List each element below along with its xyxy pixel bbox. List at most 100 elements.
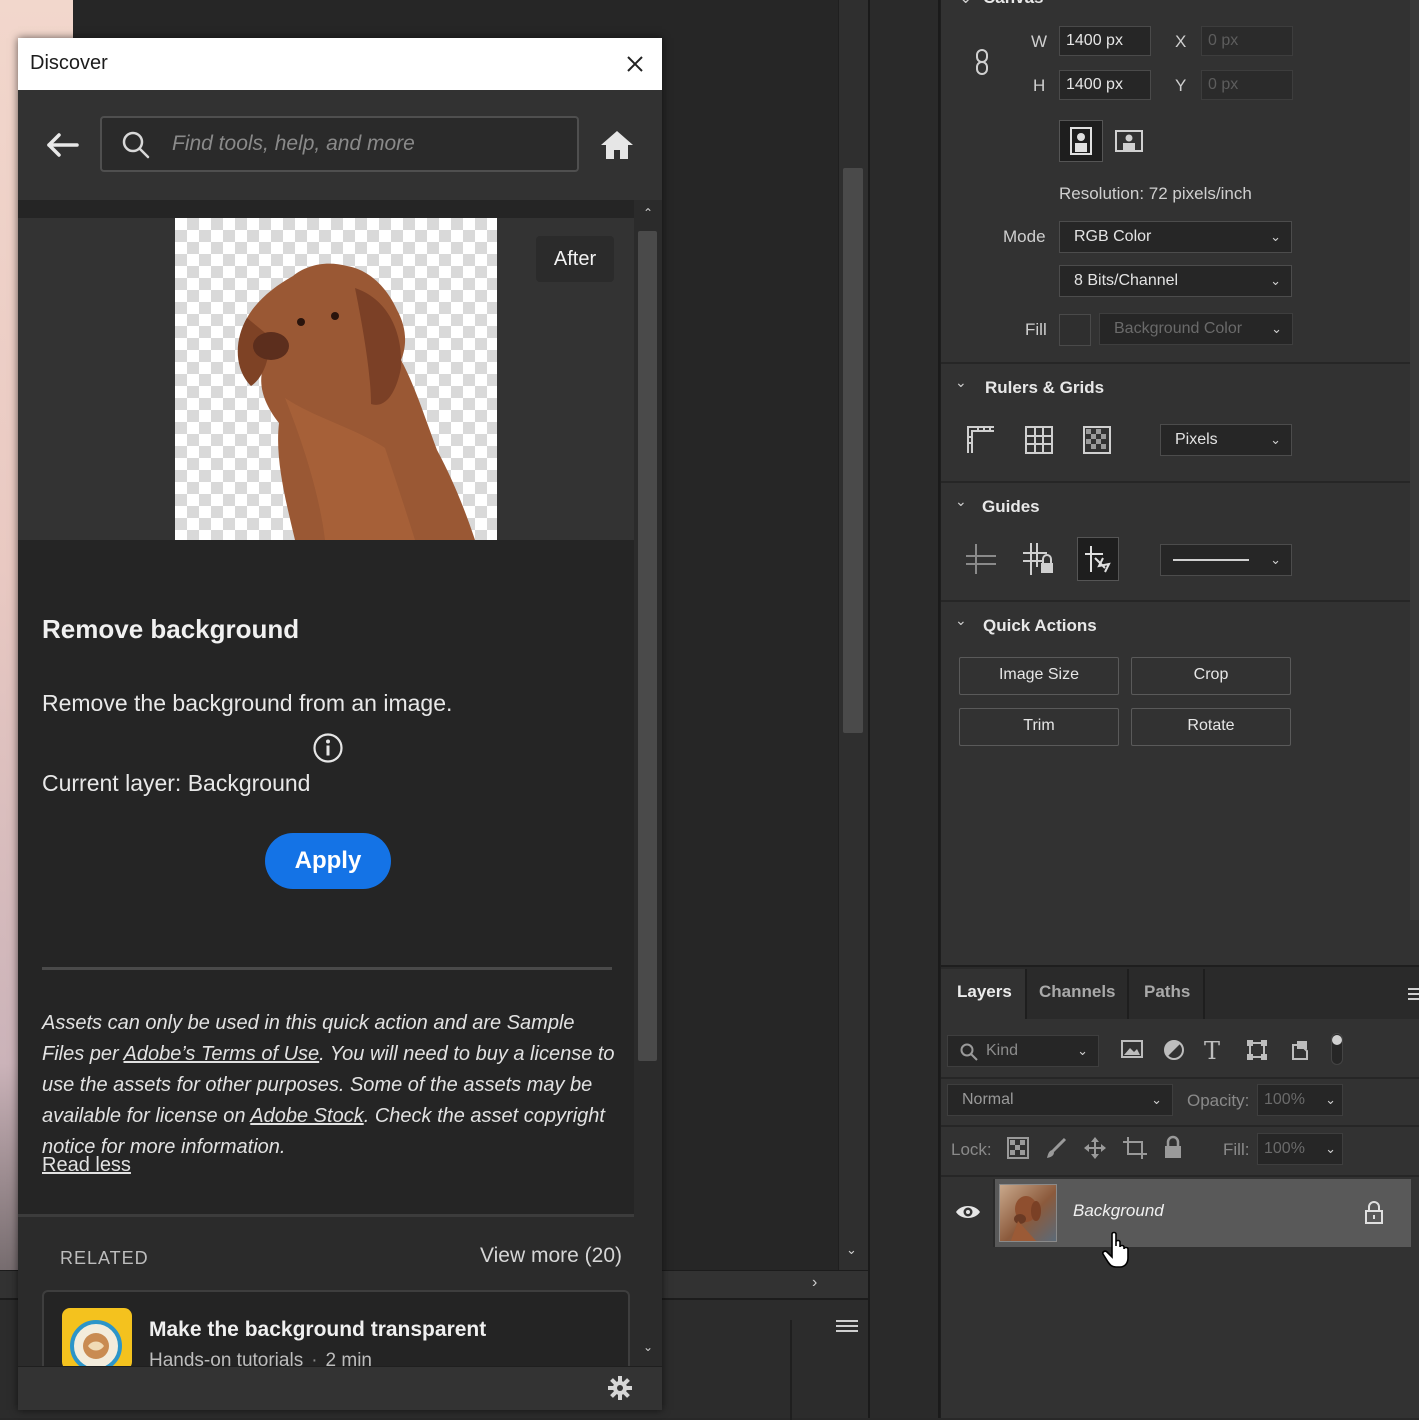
bit-depth-dropdown[interactable]: 8 Bits/Channel ⌄ [1059, 265, 1292, 297]
read-less-link[interactable]: Read less [42, 1154, 131, 1177]
trim-button[interactable]: Trim [959, 708, 1119, 746]
mode-dropdown[interactable]: RGB Color ⌄ [1059, 221, 1292, 253]
line-style-sample [1173, 559, 1249, 561]
discover-search-input[interactable]: Find tools, help, and more [100, 116, 579, 172]
fill-opacity-value: 100% [1264, 1140, 1305, 1157]
layer-name[interactable]: Background [1073, 1201, 1164, 1221]
guides-section-chevron-icon[interactable]: ⌄ [955, 493, 967, 510]
layer-visibility-eye-icon[interactable] [955, 1203, 981, 1226]
related-card[interactable]: Make the background transparent Hands-on… [42, 1290, 630, 1366]
meta-separator: · [311, 1350, 318, 1366]
crop-button[interactable]: Crop [1131, 657, 1291, 695]
layer-filter-kind-dropdown[interactable]: Kind ⌄ [947, 1035, 1099, 1067]
smart-guides-button[interactable] [1077, 537, 1119, 581]
fill-color-swatch[interactable] [1059, 314, 1091, 346]
height-field[interactable]: 1400 px [1059, 70, 1151, 100]
landscape-orientation-button[interactable] [1107, 120, 1151, 162]
width-field[interactable]: 1400 px [1059, 26, 1151, 56]
close-icon[interactable] [622, 51, 648, 77]
ruler-units-dropdown[interactable]: Pixels ⌄ [1160, 424, 1292, 456]
height-label: H [1033, 76, 1046, 95]
quick-actions-chevron-icon[interactable]: ⌄ [955, 612, 967, 629]
x-field[interactable]: 0 px [1201, 26, 1293, 56]
y-field[interactable]: 0 px [1201, 70, 1293, 100]
section-divider [941, 362, 1419, 364]
properties-scrollbar[interactable] [1410, 0, 1419, 920]
panel-dock-gap [868, 0, 940, 1418]
rulers-section-chevron-icon[interactable]: ⌄ [955, 374, 967, 391]
fill-opacity-field[interactable]: 100% ⌄ [1257, 1133, 1343, 1165]
x-label: X [1175, 32, 1187, 51]
layer-thumbnail [999, 1184, 1057, 1242]
layer-lock-icon[interactable] [1364, 1200, 1384, 1229]
chevron-down-icon: ⌄ [1270, 229, 1281, 244]
feature-title: Remove background [42, 614, 300, 644]
panel-menu-icon[interactable] [836, 1318, 858, 1339]
scroll-right-arrow-icon[interactable]: › [812, 1274, 817, 1292]
scroll-down-arrow-icon[interactable]: ⌄ [846, 1242, 857, 1258]
tab-layers[interactable]: Layers [957, 982, 1012, 1002]
view-more-link[interactable]: View more (20) [480, 1244, 622, 1268]
tab-divider [1203, 969, 1205, 1019]
layers-panel-menu-icon[interactable] [1408, 987, 1419, 1006]
section-divider [941, 600, 1419, 602]
grid-toggle-button[interactable] [1019, 420, 1059, 460]
link-dimensions-icon[interactable] [971, 48, 993, 83]
related-item-duration: 2 min [325, 1350, 372, 1366]
blend-mode-dropdown[interactable]: Normal ⌄ [947, 1084, 1173, 1116]
show-guides-button[interactable] [961, 539, 1001, 579]
tab-channels[interactable]: Channels [1039, 982, 1116, 1002]
adobe-stock-link[interactable]: Adobe Stock [250, 1105, 363, 1127]
filter-type-icon[interactable]: T [1204, 1037, 1220, 1065]
tab-paths[interactable]: Paths [1144, 982, 1190, 1002]
lock-guides-button[interactable] [1019, 539, 1059, 579]
discover-scroll-thumb[interactable] [638, 231, 657, 1061]
filter-kind-label: Kind [986, 1042, 1019, 1059]
home-icon[interactable] [600, 130, 634, 165]
related-item-title: Make the background transparent [149, 1318, 487, 1341]
filter-adjustment-icon[interactable] [1163, 1039, 1185, 1066]
panel-divider [790, 1320, 792, 1420]
lock-all-icon[interactable] [1163, 1135, 1183, 1164]
info-icon[interactable] [312, 732, 344, 769]
lock-transparent-pixels-icon[interactable] [1007, 1137, 1029, 1164]
chevron-down-icon: ⌄ [1270, 273, 1281, 288]
image-size-button[interactable]: Image Size [959, 657, 1119, 695]
gear-icon[interactable] [608, 1376, 632, 1405]
opacity-field[interactable]: 100% ⌄ [1257, 1084, 1343, 1116]
filter-smart-object-icon[interactable] [1289, 1039, 1311, 1066]
portrait-orientation-button[interactable] [1059, 120, 1103, 162]
layers-panel: Layers Channels Paths Kind ⌄ T Normal ⌄ Op… [940, 965, 1419, 1418]
tab-divider [1127, 969, 1129, 1019]
scroll-down-arrow-icon[interactable]: ⌄ [643, 1340, 653, 1354]
chevron-down-icon: ⌄ [1270, 552, 1281, 567]
discover-content: After Remove background Remove the backg… [18, 200, 634, 1366]
back-arrow-icon[interactable] [46, 132, 80, 163]
properties-panel: ⌄ Canvas W 1400 px X 0 px H 1400 px Y 0 … [940, 0, 1419, 965]
filter-pixel-icon[interactable] [1121, 1039, 1143, 1064]
rulers-grids-title: Rulers & Grids [985, 378, 1105, 397]
guide-style-dropdown[interactable]: ⌄ [1160, 544, 1292, 576]
terms-of-use-link[interactable]: Adobe’s Terms of Use [124, 1043, 320, 1065]
lock-artboard-icon[interactable] [1123, 1137, 1147, 1164]
filter-toggle[interactable] [1331, 1033, 1343, 1065]
ruler-toggle-button[interactable] [961, 420, 1001, 460]
after-badge: After [536, 236, 614, 282]
mode-value: RGB Color [1074, 228, 1152, 245]
filter-shape-icon[interactable] [1246, 1039, 1268, 1066]
rotate-button[interactable]: Rotate [1131, 708, 1291, 746]
apply-button[interactable]: Apply [265, 833, 391, 889]
lock-position-icon[interactable] [1084, 1137, 1106, 1164]
chevron-down-icon: ⌄ [1325, 1092, 1336, 1107]
canvas-section-chevron-icon[interactable]: ⌄ [959, 0, 972, 8]
tutorial-thumbnail [62, 1308, 132, 1366]
row-divider [941, 1175, 1419, 1177]
scroll-up-arrow-icon[interactable]: ⌃ [643, 206, 653, 220]
opacity-label: Opacity: [1187, 1091, 1250, 1110]
fill-dropdown[interactable]: Background Color ⌄ [1099, 313, 1293, 345]
fill-value: Background Color [1114, 320, 1243, 337]
canvas-vertical-scroll-thumb[interactable] [843, 168, 863, 733]
lock-image-pixels-icon[interactable] [1045, 1137, 1067, 1164]
pixel-grid-toggle-button[interactable] [1077, 420, 1117, 460]
tab-divider [1025, 969, 1027, 1019]
